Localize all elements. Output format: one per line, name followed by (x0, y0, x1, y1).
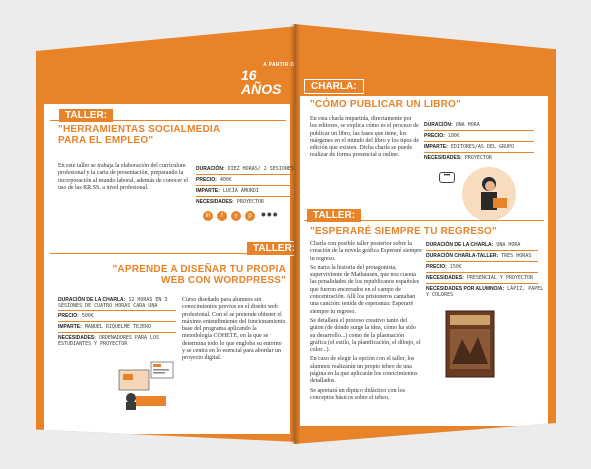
age-badge-bottom: A PARTIR DE 16 AÑOS (466, 400, 525, 420)
divider (196, 196, 291, 197)
divider (58, 321, 176, 322)
divider (50, 253, 286, 254)
paragraph: Se detallará el proceso creativo tanto d… (310, 317, 421, 354)
paragraph: Se narra la historia del protagonista, s… (310, 264, 420, 315)
kv-precio: PRECIO: 500€ (58, 313, 94, 319)
more-dots-icon: ••• (261, 206, 279, 222)
reader-illustration (462, 167, 516, 221)
kv-precio: PRECIO: 400€ (196, 177, 232, 183)
kv-precio: PRECIO: 100€ (424, 133, 460, 139)
paragraph: En caso de elegir la opción con el talle… (310, 356, 418, 385)
title-taller-1: "HERRAMIENTAS SOCIALMEDIA PARA EL EMPLEO… (58, 124, 220, 146)
divider (426, 272, 538, 273)
divider (424, 130, 534, 131)
chat-bubble-icon: ••• (439, 172, 455, 183)
right-page: CHARLA: "CÓMO PUBLICAR UN LIBRO" En esta… (294, 24, 556, 444)
body-taller-2: Curso diseñado para alumnos sin conocimi… (182, 297, 286, 362)
magazine-spread: A PARTIR DE 16 AÑOS TALLER: "HERRAMIENTA… (0, 0, 591, 469)
kv-necesidades: NECESIDADES: PROYECTOR (196, 199, 264, 205)
paragraph: Se aportará un díptico didáctico con los… (310, 387, 405, 401)
age-badge-big: 16 AÑOS (466, 405, 526, 421)
title-taller: "ESPERARÉ SIEMPRE TU REGRESO" (310, 226, 497, 237)
linkedin-icon[interactable]: in (203, 211, 213, 221)
divider (58, 310, 176, 311)
kv-duracion-charla: DURACIÓN DE LA CHARLA: UNA HORA (426, 242, 521, 248)
kv-precio: PRECIO: 150€ (426, 264, 462, 270)
divider (426, 261, 538, 262)
kv-imparte: IMPARTE: LUCÍA ÁMURDI (196, 188, 259, 194)
kv-duracion-taller: DURACIÓN CHARLA-TALLER: TRES HORAS (426, 253, 532, 259)
kv-necesidades: NECESIDADES: PROYECTOR (424, 155, 492, 161)
spine-shadow (290, 24, 300, 444)
title-taller-2: "APRENDE A DISEÑAR TU PROPIA WEB CON WOR… (112, 264, 286, 286)
kv-imparte: IMPARTE: MANUEL RIQUELME TEJERO (58, 324, 152, 330)
divider (50, 120, 286, 121)
left-page: A PARTIR DE 16 AÑOS TALLER: "HERRAMIENTA… (36, 26, 298, 442)
divider (196, 174, 291, 175)
kv-duracion: DURACIÓN: DIEZ HORAS/ 2 SESIONES (196, 166, 294, 172)
paragraph: Charla con posible taller posterior sobr… (310, 241, 422, 262)
divider (424, 152, 534, 153)
divider (58, 332, 176, 333)
twitter-icon[interactable]: y (231, 211, 241, 221)
divider (424, 141, 534, 142)
body-taller: Charla con posible taller posterior sobr… (310, 241, 422, 402)
kv-necesidades-alumno: NECESIDADES POR ALUMNO/A: LÁPIZ, PAPEL Y… (426, 286, 544, 298)
web-design-illustration (118, 361, 174, 410)
facebook-icon[interactable]: f (217, 211, 227, 221)
divider (426, 283, 538, 284)
kv-imparte: IMPARTE: EDITORES/AS DEL GRUPO (424, 144, 515, 150)
kv-duracion: DURACIÓN: UNA HORA (424, 122, 480, 128)
body-charla: En esta charla impartida, directamente p… (310, 116, 420, 159)
kv-necesidades: NECESIDADES: PRESENCIAL Y PROYECTOR (426, 275, 534, 281)
divider (304, 220, 544, 221)
divider (196, 185, 291, 186)
body-taller-1: En este taller se trabaja la elaboración… (58, 163, 188, 191)
kv-necesidades: NECESIDADES: ORDENADORES PARA LOS ESTUDI… (58, 335, 160, 347)
book-cover-image (445, 310, 495, 378)
title-charla: "CÓMO PUBLICAR UN LIBRO" (310, 99, 461, 110)
kv-duracion-charla: DURACIÓN DE LA CHARLA: 12 HORAS EN 3 SES… (58, 297, 168, 309)
pinterest-icon[interactable]: p (245, 211, 255, 221)
divider (426, 250, 538, 251)
divider (304, 91, 544, 92)
